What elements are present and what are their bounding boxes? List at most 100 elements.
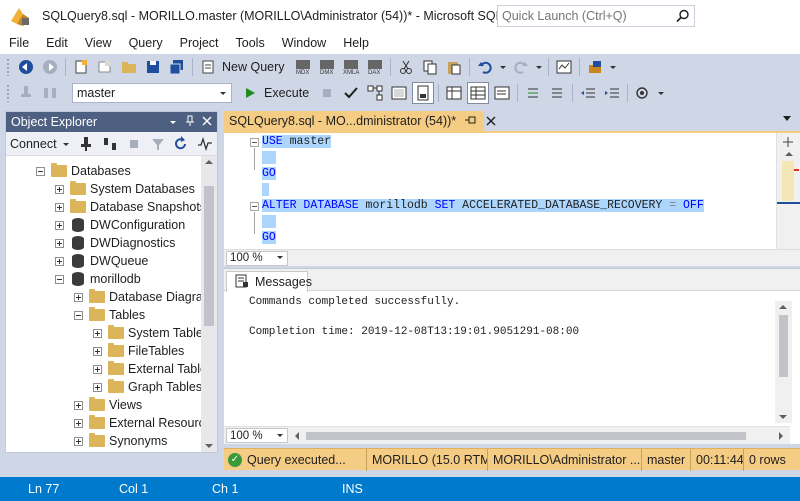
menu-project[interactable]: Project: [171, 32, 227, 54]
expand-node-icon[interactable]: [74, 292, 83, 302]
tree-node[interactable]: DWDiagnostics: [55, 234, 175, 252]
expand-node-icon[interactable]: [55, 220, 64, 230]
menu-query[interactable]: Query: [120, 32, 171, 54]
expand-node-icon[interactable]: [93, 364, 102, 374]
back-icon[interactable]: [15, 56, 37, 78]
tree-node[interactable]: Graph Tables: [93, 378, 202, 396]
expand-node-icon[interactable]: [93, 382, 102, 392]
tree-node[interactable]: DWQueue: [55, 252, 148, 270]
tab-list-dropdown-icon[interactable]: [782, 113, 792, 126]
display-estimated-plan-icon[interactable]: [364, 82, 386, 104]
toolbox-icon[interactable]: [584, 56, 606, 78]
close-icon[interactable]: [200, 115, 214, 129]
increase-indent-icon[interactable]: [601, 82, 623, 104]
activity-monitor-icon-2[interactable]: [194, 133, 216, 155]
collapse-region-icon[interactable]: [250, 138, 259, 147]
tree-node[interactable]: FileTables: [93, 342, 184, 360]
cancel-query-icon[interactable]: [316, 82, 338, 104]
scrollbar-thumb[interactable]: [306, 432, 746, 440]
tree-node[interactable]: External Resources: [74, 414, 202, 432]
activity-monitor-icon[interactable]: [553, 56, 575, 78]
change-connection-icon[interactable]: [39, 82, 61, 104]
uncomment-icon[interactable]: [546, 82, 568, 104]
parse-icon[interactable]: [340, 82, 362, 104]
expand-node-icon[interactable]: [74, 418, 83, 428]
new-query-icon[interactable]: [197, 56, 219, 78]
connect-button[interactable]: Connect: [10, 137, 57, 151]
comment-out-icon[interactable]: [522, 82, 544, 104]
connect-icon[interactable]: [15, 82, 37, 104]
execute-icon[interactable]: [239, 82, 261, 104]
filter-icon[interactable]: [147, 133, 169, 155]
chevron-down-icon[interactable]: [276, 252, 284, 264]
menu-edit[interactable]: Edit: [37, 32, 76, 54]
expand-node-icon[interactable]: [55, 184, 64, 194]
toolbar-grip[interactable]: [6, 58, 10, 76]
pin-icon[interactable]: [183, 115, 197, 130]
results-zoom-select[interactable]: 100 %: [226, 428, 288, 443]
editor-scrollbar[interactable]: [776, 133, 800, 249]
expand-node-icon[interactable]: [74, 400, 83, 410]
new-query-button[interactable]: New Query: [222, 60, 285, 74]
expand-node-icon[interactable]: [93, 328, 102, 338]
dax-query-icon[interactable]: DAX: [364, 56, 386, 78]
toolbar-overflow-icon-2[interactable]: [656, 82, 666, 104]
include-actual-plan-icon[interactable]: [443, 82, 465, 104]
execute-button[interactable]: Execute: [264, 86, 309, 100]
results-to-grid-icon[interactable]: [467, 82, 490, 104]
open-folder-icon[interactable]: [118, 56, 140, 78]
connect-dropdown-icon[interactable]: [61, 133, 71, 155]
tree-node[interactable]: Database Snapshots: [55, 198, 202, 216]
toolbar-grip[interactable]: [6, 84, 10, 102]
dmx-query-icon[interactable]: DMX: [316, 56, 338, 78]
query-options-icon[interactable]: [388, 82, 410, 104]
redo-dropdown-icon[interactable]: [534, 56, 544, 78]
tree-node[interactable]: Views: [74, 396, 142, 414]
available-databases-select[interactable]: master: [72, 83, 232, 103]
collapse-node-icon[interactable]: [55, 274, 64, 284]
tree-node[interactable]: External Tables: [93, 360, 202, 378]
decrease-indent-icon[interactable]: [577, 82, 599, 104]
forward-icon[interactable]: [39, 56, 61, 78]
xmla-query-icon[interactable]: XMLA: [340, 56, 362, 78]
sql-editor[interactable]: USE master GO ALTER DATABASE morillodb S…: [224, 131, 800, 249]
chevron-down-icon[interactable]: [276, 430, 284, 442]
cut-icon[interactable]: [395, 56, 417, 78]
panel-menu-icon[interactable]: [166, 115, 180, 129]
editor-zoom-select[interactable]: 100 %: [226, 250, 288, 266]
search-icon[interactable]: [676, 9, 690, 26]
collapse-node-icon[interactable]: [74, 310, 83, 320]
expand-node-icon[interactable]: [55, 256, 64, 266]
tree-node[interactable]: System Tables: [93, 324, 202, 342]
collapse-region-icon[interactable]: [250, 202, 259, 211]
menu-tools[interactable]: Tools: [227, 32, 273, 54]
menu-window[interactable]: Window: [273, 32, 334, 54]
expand-node-icon[interactable]: [55, 202, 64, 212]
scrollbar-thumb[interactable]: [779, 315, 788, 377]
intellisense-icon[interactable]: [412, 82, 435, 104]
tab-messages[interactable]: Messages: [226, 271, 312, 292]
add-item-icon[interactable]: [94, 56, 116, 78]
quick-launch-box[interactable]: [497, 5, 695, 27]
paste-icon[interactable]: [443, 56, 465, 78]
undo-icon[interactable]: [474, 56, 496, 78]
new-project-icon[interactable]: [70, 56, 92, 78]
tree-node[interactable]: Databases: [36, 162, 131, 180]
tree-node[interactable]: Database Diagrams: [74, 288, 202, 306]
results-to-text-icon[interactable]: [491, 82, 513, 104]
disconnect-icon[interactable]: [99, 133, 121, 155]
tab-sqlquery8[interactable]: SQLQuery8.sql - MO...dministrator (54))*: [224, 111, 496, 131]
quick-launch-input[interactable]: [498, 9, 670, 23]
scrollbar-thumb[interactable]: [204, 186, 214, 326]
object-explorer-scrollbar[interactable]: [201, 156, 217, 452]
menu-help[interactable]: Help: [334, 32, 377, 54]
expand-node-icon[interactable]: [74, 436, 83, 446]
expand-node-icon[interactable]: [93, 346, 102, 356]
save-all-icon[interactable]: [166, 56, 188, 78]
connect-object-icon[interactable]: [75, 133, 97, 155]
tree-node[interactable]: Synonyms: [74, 432, 167, 450]
undo-dropdown-icon[interactable]: [498, 56, 508, 78]
close-tab-icon[interactable]: [486, 114, 496, 129]
stop-icon[interactable]: [123, 133, 145, 155]
chevron-down-icon[interactable]: [219, 86, 227, 100]
